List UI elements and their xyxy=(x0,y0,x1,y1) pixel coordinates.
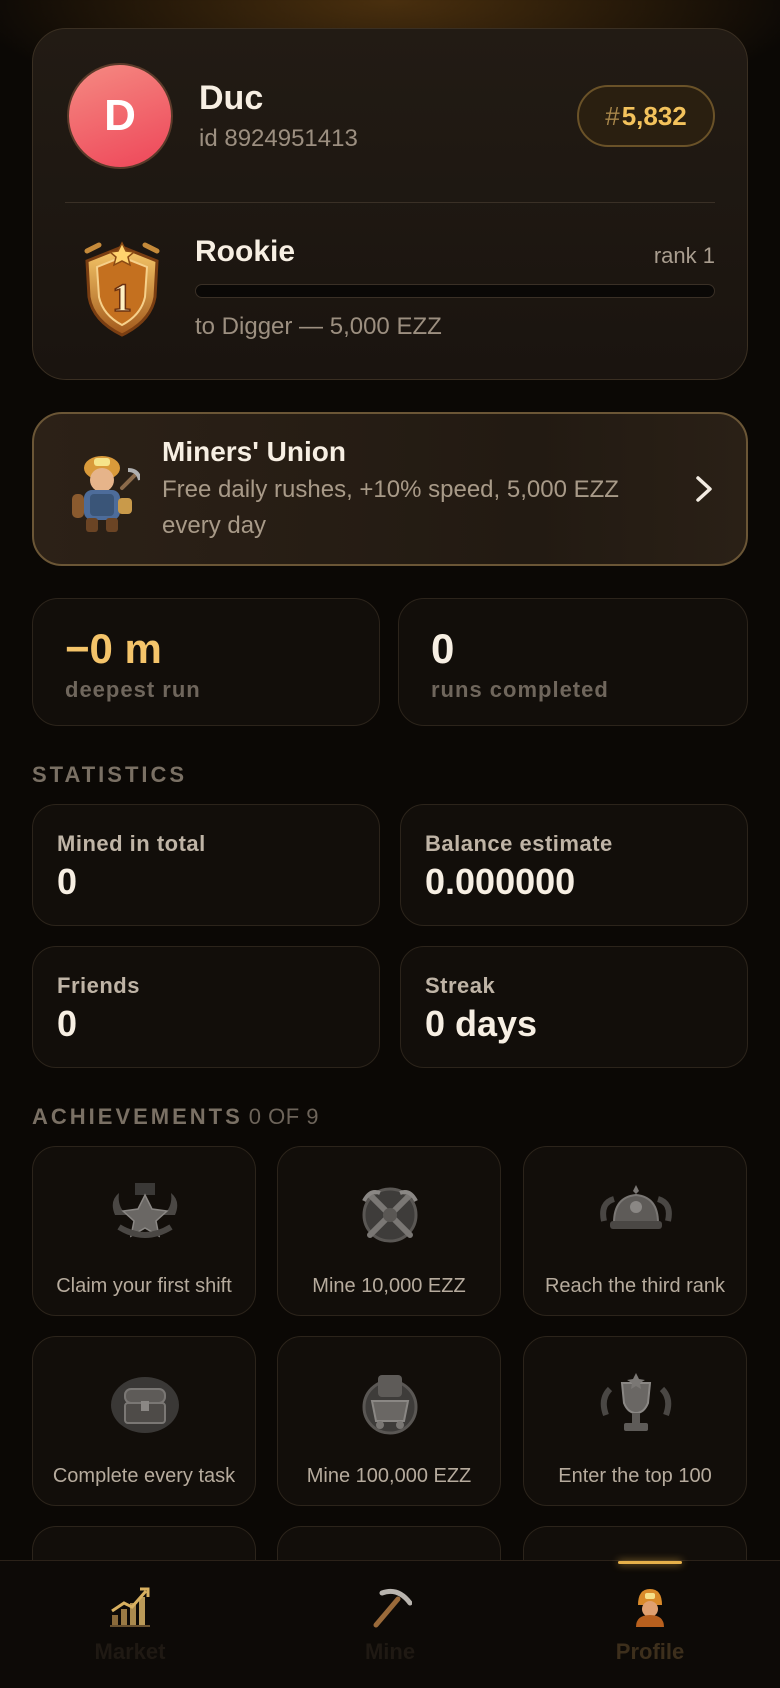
pickaxe-icon xyxy=(373,1588,412,1628)
divider xyxy=(65,202,715,203)
achievement-card[interactable]: Mine 10,000 EZZ xyxy=(277,1146,501,1316)
achievements-heading: ACHIEVEMENTS 0 OF 9 xyxy=(32,1104,319,1130)
user-id: id 8924951413 xyxy=(199,125,358,152)
balance-estimate-card: Balance estimate 0.000000 xyxy=(400,804,748,926)
user-name: Duc xyxy=(199,79,264,117)
level-progress-bar xyxy=(195,284,715,298)
runs-completed-value: 0 xyxy=(431,625,455,672)
achievement-label: Mine 100,000 EZZ xyxy=(306,1465,472,1487)
chart-growth-icon xyxy=(110,1587,150,1627)
next-level-text: to Digger — 5,000 EZZ xyxy=(195,313,442,340)
achievements-title: ACHIEVEMENTS xyxy=(32,1104,243,1129)
union-description: Free daily rushes, +10% speed, 5,000 EZZ… xyxy=(162,476,619,539)
medal-star-icon xyxy=(112,1183,178,1238)
streak-card: Streak 0 days xyxy=(400,946,748,1068)
level-rank: rank 1 xyxy=(653,243,715,268)
deepest-run-card: −0 m deepest run xyxy=(32,598,380,726)
nav-mine[interactable]: Mine xyxy=(260,1561,520,1688)
achievement-label: Complete every task xyxy=(52,1465,236,1487)
union-title: Miners' Union xyxy=(162,436,346,467)
achievement-label: Mine 10,000 EZZ xyxy=(312,1275,466,1297)
chevron-right-icon xyxy=(696,476,712,502)
achievements-count: 0 OF 9 xyxy=(248,1104,320,1129)
deepest-run-label: deepest run xyxy=(65,677,201,702)
avatar[interactable]: D xyxy=(67,63,173,169)
runs-completed-label: runs completed xyxy=(431,677,609,702)
mined-total-card: Mined in total 0 xyxy=(32,804,380,926)
leaderboard-rank-value: 5,832 xyxy=(621,100,687,131)
runs-completed-card: 0 runs completed xyxy=(398,598,748,726)
streak-label: Streak xyxy=(425,973,496,998)
achievement-card[interactable]: Claim your first shift xyxy=(32,1146,256,1316)
hash-symbol: # xyxy=(605,100,620,131)
profile-card: D Duc id 8924951413 # 5,832 1 Rookie ran… xyxy=(32,28,748,380)
achievement-label: Claim your first shift xyxy=(56,1275,232,1297)
balance-estimate-label: Balance estimate xyxy=(425,831,613,856)
rookie-rank-shield-icon: 1 xyxy=(84,241,160,337)
nav-profile-label: Profile xyxy=(615,1639,685,1664)
achievement-card[interactable]: Enter the top 100 xyxy=(523,1336,747,1506)
treasure-chest-emblem-icon xyxy=(111,1377,179,1433)
nav-market-label: Market xyxy=(94,1639,166,1664)
trophy-emblem-icon xyxy=(600,1373,672,1431)
mined-total-label: Mined in total xyxy=(57,831,206,856)
mine-cart-emblem-icon xyxy=(362,1375,418,1435)
achievement-card[interactable]: Mine 100,000 EZZ xyxy=(277,1336,501,1506)
miners-union-banner[interactable]: Miners' Union Free daily rushes, +10% sp… xyxy=(32,412,748,566)
achievement-label: Enter the top 100 xyxy=(558,1465,712,1487)
miner-helmet-profile-icon xyxy=(636,1589,664,1627)
bottom-navigation: Market Mine Profile xyxy=(0,1560,780,1688)
friends-card: Friends 0 xyxy=(32,946,380,1068)
nav-market[interactable]: Market xyxy=(0,1561,260,1688)
friends-value: 0 xyxy=(57,1003,78,1044)
achievement-label: Reach the third rank xyxy=(544,1275,726,1297)
nav-profile[interactable]: Profile xyxy=(520,1561,780,1688)
achievement-card[interactable]: Complete every task xyxy=(32,1336,256,1506)
friends-label: Friends xyxy=(57,973,140,998)
miner-character-icon xyxy=(72,456,140,532)
avatar-letter: D xyxy=(104,91,136,140)
streak-value: 0 days xyxy=(425,1003,538,1044)
level-name: Rookie xyxy=(195,235,296,268)
helmet-emblem-icon xyxy=(600,1185,672,1229)
crossed-pickaxes-emblem-icon xyxy=(362,1187,418,1243)
balance-estimate-value: 0.000000 xyxy=(425,861,576,902)
nav-mine-label: Mine xyxy=(364,1639,416,1664)
statistics-heading: STATISTICS xyxy=(32,762,188,787)
mined-total-value: 0 xyxy=(57,861,78,902)
deepest-run-value: −0 m xyxy=(65,625,162,672)
svg-text:1: 1 xyxy=(112,275,132,320)
achievement-card[interactable]: Reach the third rank xyxy=(523,1146,747,1316)
leaderboard-rank-badge[interactable]: # 5,832 xyxy=(577,85,715,147)
